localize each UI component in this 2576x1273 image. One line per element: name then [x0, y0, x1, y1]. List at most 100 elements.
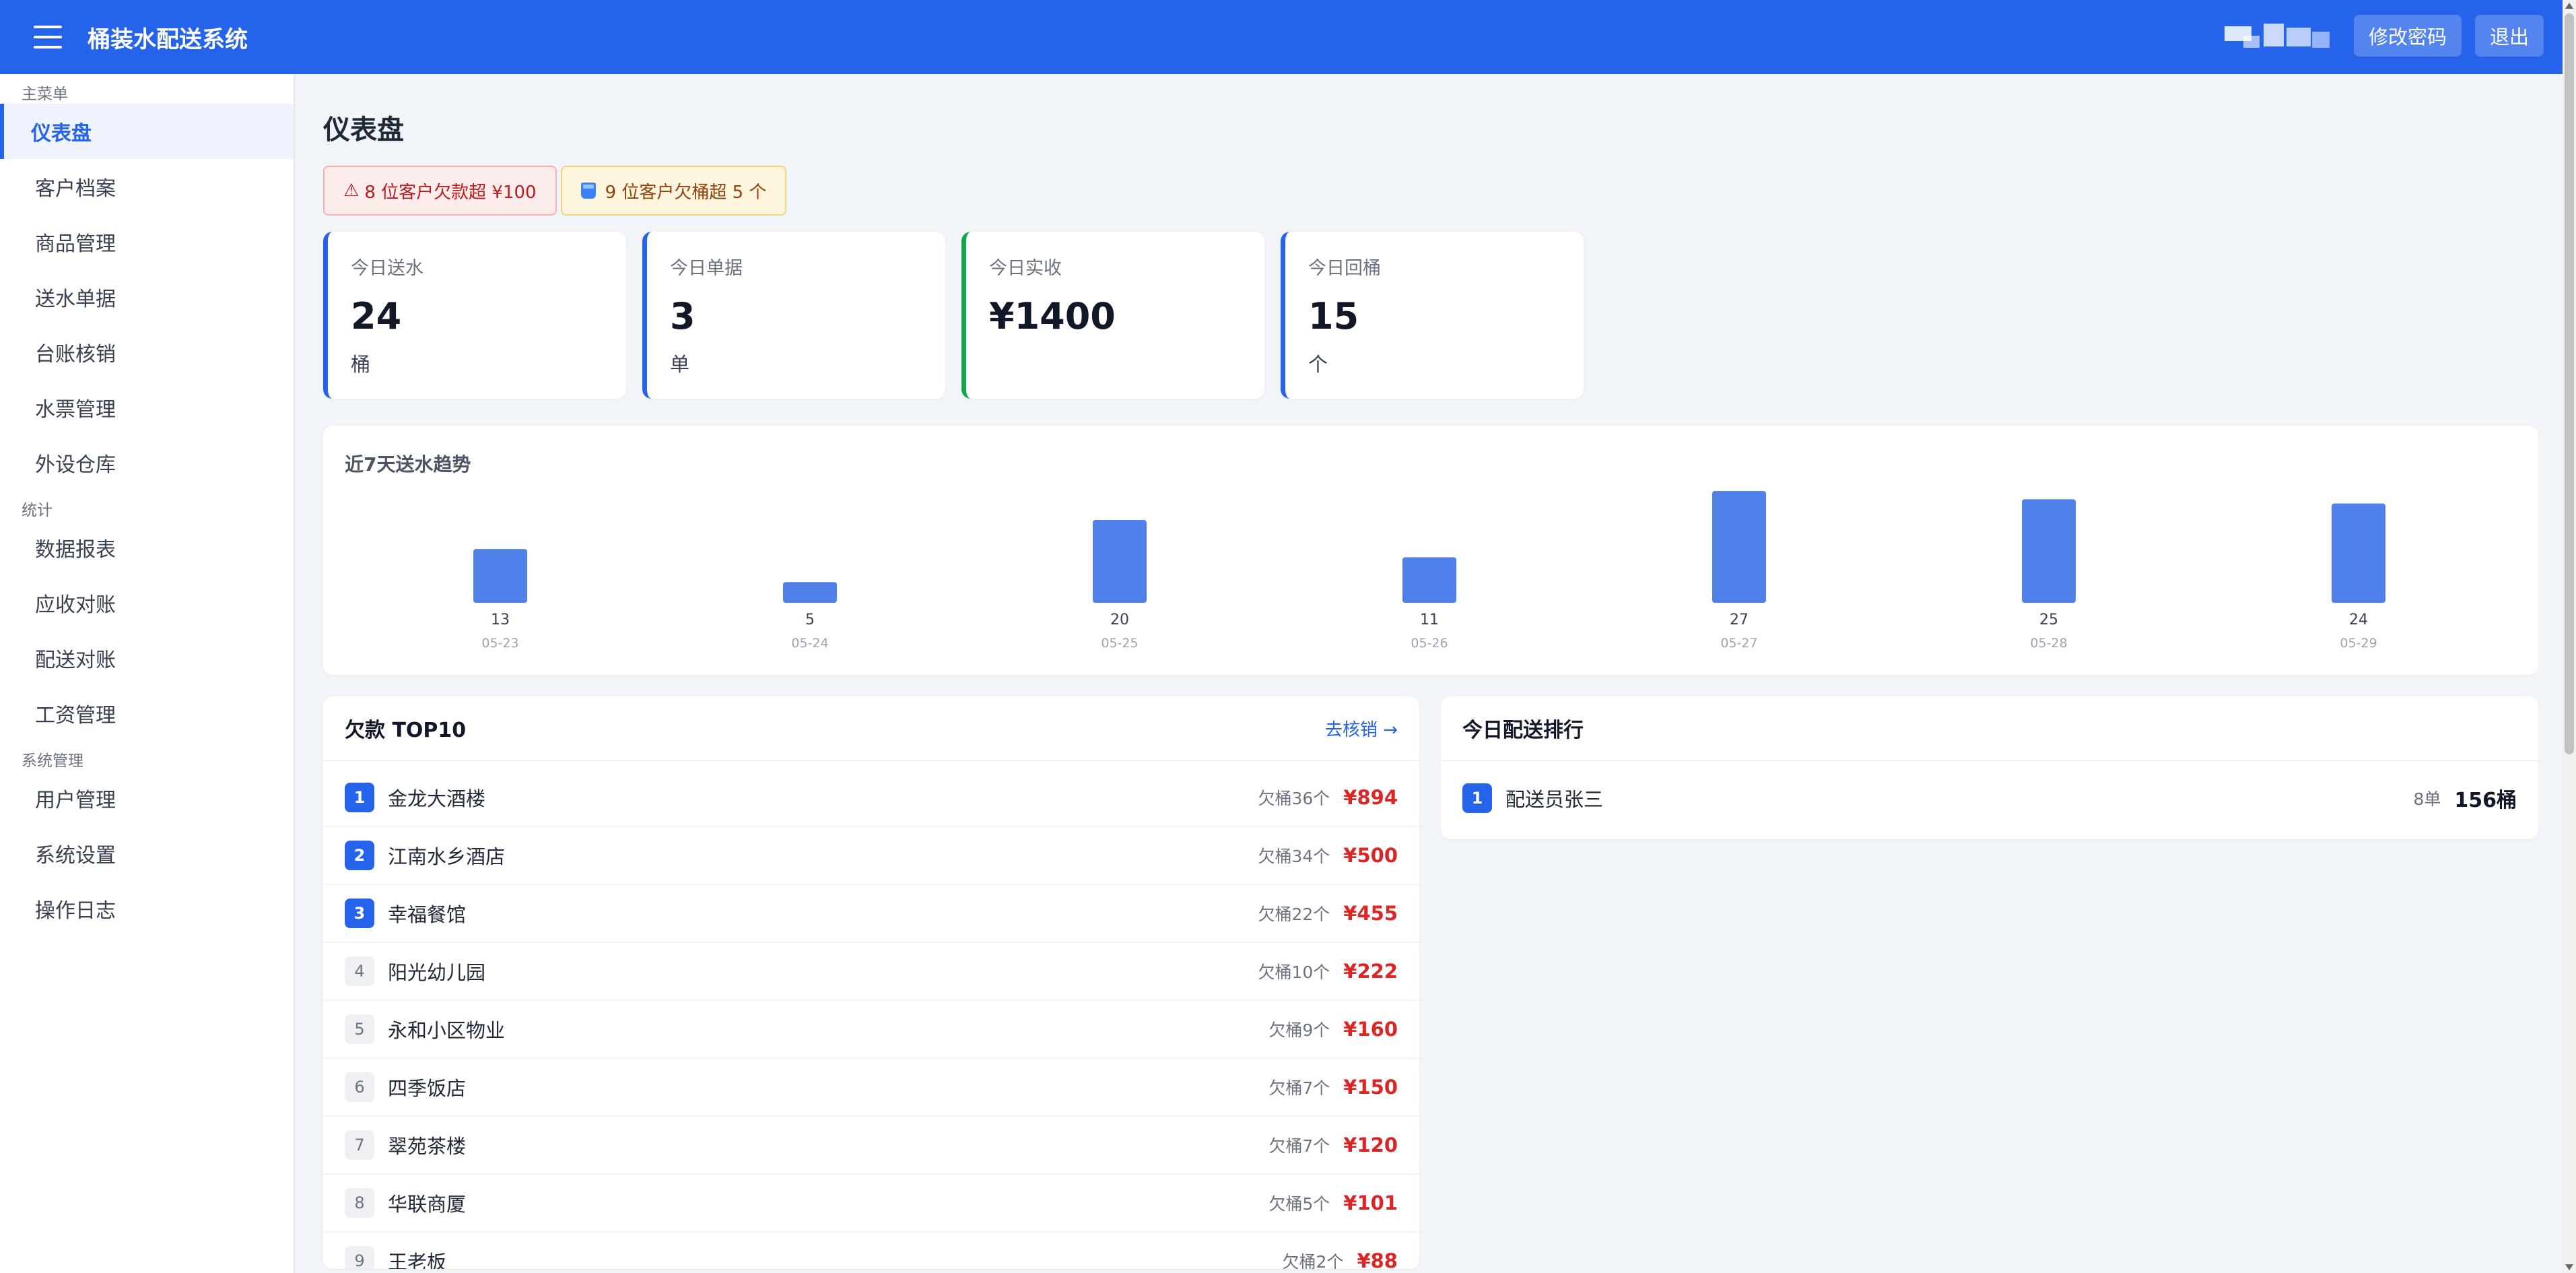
debt-row[interactable]: 8 华联商厦 欠桶5个 ¥101: [323, 1175, 1419, 1233]
sidebar-item-payroll[interactable]: 工资管理: [0, 686, 294, 741]
page-title: 仪表盘: [323, 115, 404, 145]
sidebar-item-dashboard[interactable]: 仪表盘: [0, 104, 294, 159]
stat-unit: 个: [1308, 353, 1328, 376]
owed-amount: ¥894: [1343, 786, 1398, 809]
sidebar-item-delivery-orders[interactable]: 送水单据: [0, 269, 294, 325]
debt-row[interactable]: 3 幸福餐馆 欠桶22个 ¥455: [323, 885, 1419, 943]
owed-buckets: 欠桶7个: [1268, 1136, 1330, 1156]
sidebar-item-receivables[interactable]: 应收对账: [0, 575, 294, 630]
stat-value: 3: [670, 295, 696, 337]
bar-category-label: 05-25: [1101, 636, 1138, 651]
menu-toggle-icon[interactable]: [34, 26, 62, 48]
order-count: 8单: [2413, 789, 2441, 809]
sidebar-item-settings[interactable]: 系统设置: [0, 826, 294, 881]
stat-value: ¥1400: [989, 295, 1116, 337]
owed-amount: ¥500: [1343, 844, 1398, 867]
rank-badge: 4: [345, 956, 374, 986]
debt-row[interactable]: 9 王老板 欠桶2个 ¥88: [323, 1233, 1419, 1269]
owed-buckets: 欠桶2个: [1282, 1252, 1344, 1269]
owed-buckets: 欠桶10个: [1258, 962, 1330, 982]
bar-category-label: 05-23: [481, 636, 518, 651]
ranking-row[interactable]: 1 配送员张三 8单 156桶: [1441, 769, 2538, 827]
debt-row[interactable]: 7 翠苑茶楼 欠桶7个 ¥120: [323, 1117, 1419, 1175]
customer-name: 华联商厦: [388, 1193, 467, 1216]
stat-label: 今日回桶: [1308, 258, 1381, 279]
rank-badge: 1: [345, 783, 374, 812]
rank-badge: 9: [345, 1246, 374, 1269]
bottom-panels: 欠款 TOP10 去核销 → 1 金龙大酒楼 欠桶36个 ¥894 2 江南水乡酒店 欠桶3…: [323, 696, 2538, 1269]
warning-icon: ⚠: [343, 181, 360, 201]
owed-amount: ¥160: [1343, 1018, 1398, 1041]
sidebar-item-warehouse[interactable]: 外设仓库: [0, 435, 294, 490]
sidebar: 主菜单 仪表盘 客户档案 商品管理 送水单据 台账核销 水票管理 外设仓库 统计…: [0, 74, 295, 1273]
ranking-header: 今日配送排行: [1441, 696, 2538, 761]
rank-badge: 1: [1462, 783, 1492, 813]
chart-bar: [1093, 520, 1147, 603]
bar-value-label: 20: [1110, 612, 1129, 628]
scroll-up-icon[interactable]: [2565, 3, 2573, 9]
chart-bar: [1712, 491, 1766, 603]
ranking-list: 1 配送员张三 8单 156桶: [1441, 761, 2538, 827]
sidebar-item-customers[interactable]: 客户档案: [0, 159, 294, 214]
logout-button[interactable]: 退出: [2474, 15, 2544, 57]
sidebar-item-users[interactable]: 用户管理: [0, 771, 294, 826]
rank-badge: 8: [345, 1188, 374, 1218]
top-header: 桶装水配送系统 修改密码 退出: [0, 0, 2563, 74]
chart-bar: [783, 582, 837, 603]
stat-label: 今日实收: [989, 258, 1062, 279]
stat-value: 24: [351, 295, 402, 337]
debt-row[interactable]: 6 四季饭店 欠桶7个 ¥150: [323, 1059, 1419, 1117]
rank-badge: 5: [345, 1014, 374, 1044]
stat-unit: 单: [670, 353, 690, 376]
sidebar-item-ledger[interactable]: 台账核销: [0, 325, 294, 380]
change-password-button[interactable]: 修改密码: [2353, 15, 2462, 57]
stat-card-received: 今日实收 ¥1400: [961, 232, 1264, 399]
debt-alert-text: 8 位客户欠款超 ¥100: [364, 182, 537, 203]
rank-badge: 2: [345, 841, 374, 870]
debt-alert[interactable]: ⚠ 8 位客户欠款超 ¥100: [323, 166, 557, 216]
sidebar-item-water-tickets[interactable]: 水票管理: [0, 380, 294, 435]
debt-row[interactable]: 5 永和小区物业 欠桶9个 ¥160: [323, 1001, 1419, 1059]
debt-top-title: 欠款 TOP10: [345, 719, 467, 742]
app-title: 桶装水配送系统: [88, 26, 248, 53]
bucket-alert[interactable]: 9 位客户欠桶超 5 个: [560, 166, 787, 216]
scroll-down-icon[interactable]: [2565, 1264, 2573, 1270]
stat-card-returned: 今日回桶 15 个: [1281, 232, 1584, 399]
chart-bar: [473, 549, 527, 603]
sidebar-item-logs[interactable]: 操作日志: [0, 881, 294, 936]
bucket-alert-text: 9 位客户欠桶超 5 个: [605, 182, 767, 203]
owed-buckets: 欠桶36个: [1258, 789, 1330, 808]
bar-value-label: 11: [1420, 612, 1439, 628]
customer-name: 金龙大酒楼: [388, 787, 486, 810]
stat-cards: 今日送水 24 桶 今日单据 3 单 今日实收 ¥1400 今日回桶 15 个: [323, 232, 2538, 399]
go-reconcile-link[interactable]: 去核销 →: [1325, 716, 1398, 741]
stat-card-delivered: 今日送水 24 桶: [323, 232, 626, 399]
sidebar-item-delivery-reconcile[interactable]: 配送对账: [0, 630, 294, 686]
bar-value-label: 25: [2039, 612, 2058, 628]
owed-buckets: 欠桶7个: [1268, 1078, 1330, 1098]
sidebar-section-system: 系统管理: [22, 752, 83, 770]
rank-badge: 3: [345, 899, 374, 928]
ranking-title: 今日配送排行: [1462, 719, 1584, 742]
stat-card-orders: 今日单据 3 单: [642, 232, 945, 399]
bar-value-label: 13: [491, 612, 510, 628]
owed-amount: ¥101: [1343, 1192, 1398, 1214]
rank-badge: 6: [345, 1072, 374, 1102]
bar-category-label: 05-27: [1720, 636, 1757, 651]
user-avatar[interactable]: [2224, 21, 2340, 51]
scrollbar-thumb[interactable]: [2565, 13, 2574, 754]
owed-amount: ¥222: [1343, 960, 1398, 983]
debt-row[interactable]: 2 江南水乡酒店 欠桶34个 ¥500: [323, 827, 1419, 885]
debt-row[interactable]: 4 阳光幼儿园 欠桶10个 ¥222: [323, 943, 1419, 1001]
sidebar-item-reports[interactable]: 数据报表: [0, 520, 294, 575]
bar-value-label: 24: [2349, 612, 2368, 628]
customer-name: 江南水乡酒店: [388, 845, 506, 868]
page-scrollbar[interactable]: [2563, 0, 2576, 1273]
customer-name: 阳光幼儿园: [388, 961, 486, 984]
sidebar-item-products[interactable]: 商品管理: [0, 214, 294, 269]
debt-top-card: 欠款 TOP10 去核销 → 1 金龙大酒楼 欠桶36个 ¥894 2 江南水乡酒店 欠桶3…: [323, 696, 1419, 1269]
debt-row[interactable]: 1 金龙大酒楼 欠桶36个 ¥894: [323, 769, 1419, 827]
bar-category-label: 05-26: [1411, 636, 1448, 651]
header-actions: 修改密码 退出: [2224, 15, 2544, 57]
alert-bar: ⚠ 8 位客户欠款超 ¥100 9 位客户欠桶超 5 个: [323, 166, 2538, 216]
